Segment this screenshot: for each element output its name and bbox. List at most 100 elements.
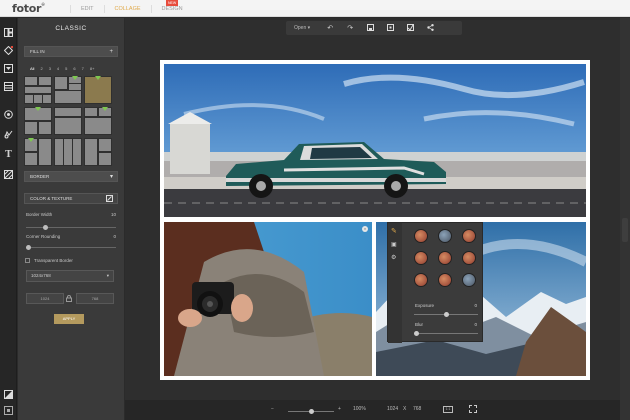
background-icon[interactable] <box>4 64 13 73</box>
fill-in-label: FILL IN <box>30 49 45 54</box>
tab-design[interactable]: DESIGN <box>150 5 193 13</box>
corner-rounding-knob[interactable] <box>26 245 31 250</box>
zoom-in-button[interactable]: + <box>338 406 341 412</box>
plus-icon[interactable]: + <box>109 47 113 57</box>
zoom-out-button[interactable]: − <box>271 406 274 412</box>
layout-thumb[interactable] <box>54 76 82 104</box>
count-3[interactable]: 3 <box>49 66 51 71</box>
exposure-label: Exposure <box>415 303 435 308</box>
filter-thumb[interactable] <box>414 229 428 243</box>
count-4[interactable]: 4 <box>57 66 59 71</box>
collage-layout-icon[interactable] <box>4 28 13 37</box>
template-icon[interactable] <box>4 82 13 91</box>
shapes-icon[interactable] <box>4 110 13 119</box>
tab-collage[interactable]: COLLAGE <box>103 5 151 13</box>
tool-icon-bar: T <box>0 18 17 420</box>
filter-thumb[interactable] <box>414 273 428 287</box>
premium-tag-icon <box>72 76 78 80</box>
count-2[interactable]: 2 <box>40 66 42 71</box>
photo-slot-car[interactable] <box>164 64 586 217</box>
actual-size-icon[interactable]: 1:1 <box>443 406 453 413</box>
chevron-down-icon: ▾ <box>106 273 109 278</box>
layout-thumb[interactable] <box>24 138 52 166</box>
layout-thumb[interactable] <box>84 107 112 135</box>
brush-icon[interactable]: ✎ <box>391 227 397 235</box>
border-width-slider[interactable] <box>26 225 116 230</box>
fotor-logo[interactable]: fotor® <box>12 2 45 15</box>
trash-icon[interactable]: ▣ <box>391 241 397 248</box>
count-8-plus[interactable]: 8+ <box>90 66 95 71</box>
text-icon[interactable]: T <box>4 150 13 160</box>
color-picker-icon[interactable] <box>106 195 113 206</box>
corner-rounding-slider[interactable] <box>26 245 116 250</box>
filter-thumb[interactable] <box>438 273 452 287</box>
share-icon[interactable] <box>420 23 440 33</box>
filter-thumb[interactable] <box>462 229 476 243</box>
height-input[interactable]: 768 <box>76 293 114 304</box>
settings-icon[interactable]: ⚙ <box>391 254 396 261</box>
color-texture-button[interactable]: COLOR & TEXTURE <box>24 193 118 204</box>
filter-thumb[interactable] <box>438 229 452 243</box>
help-icon[interactable] <box>4 406 13 415</box>
expand-handle[interactable] <box>622 218 628 242</box>
pattern-icon[interactable] <box>4 170 13 179</box>
width-input[interactable]: 1024 <box>26 293 64 304</box>
border-width-knob[interactable] <box>43 225 48 230</box>
filter-thumb[interactable] <box>438 251 452 265</box>
zoom-knob[interactable] <box>308 409 314 414</box>
layout-thumb[interactable] <box>24 76 52 104</box>
transparent-border-label: Transparent Border <box>34 258 73 263</box>
border-width-label: Border Width <box>26 212 53 217</box>
blur-label: Blur <box>415 322 424 327</box>
crop-icon[interactable] <box>400 23 420 33</box>
canvas-height-readout: 768 <box>413 406 422 412</box>
save-icon[interactable] <box>360 23 380 33</box>
open-dropdown[interactable]: Open ▾ <box>286 25 320 31</box>
zoom-percent: 100% <box>353 406 366 412</box>
filter-thumb[interactable] <box>414 251 428 265</box>
chevron-down-icon: ▾ <box>109 174 113 180</box>
new-badge: NEW <box>166 0 179 6</box>
layout-thumb[interactable] <box>84 138 112 166</box>
redo-icon[interactable]: ↷ <box>340 24 360 32</box>
layout-thumb[interactable] <box>24 107 52 135</box>
count-7[interactable]: 7 <box>82 66 84 71</box>
canvas-width-readout: 1024 <box>387 406 399 412</box>
filter-thumb[interactable] <box>462 273 476 287</box>
layout-thumb[interactable] <box>54 138 82 166</box>
blur-knob[interactable] <box>414 331 419 336</box>
bottom-status-bar: − + 100% 1024 X 768 1:1 <box>125 400 620 420</box>
count-6[interactable]: 6 <box>73 66 75 71</box>
border-dropdown[interactable]: BORDER ▾ <box>24 171 118 182</box>
fullscreen-icon[interactable] <box>469 405 477 415</box>
top-toolbar: Open ▾ ↶ ↷ <box>286 21 462 35</box>
corner-rounding-label: Corner Rounding <box>26 234 61 239</box>
premium-tag-icon <box>35 107 41 111</box>
canvas-size-select[interactable]: 1024x768 ▾ <box>26 270 114 282</box>
corner-rounding-value: 0 <box>113 234 116 239</box>
zoom-slider[interactable] <box>288 409 334 414</box>
layout-panel: CLASSIC FILL IN + All 2 3 4 5 6 7 8+ BOR… <box>18 18 124 420</box>
undo-icon[interactable]: ↶ <box>320 24 340 32</box>
layout-thumb-selected[interactable] <box>84 76 112 104</box>
collage-canvas[interactable]: × <box>160 60 590 380</box>
layout-thumb[interactable] <box>54 107 82 135</box>
stickers-icon[interactable] <box>4 46 13 55</box>
lock-icon[interactable] <box>66 295 72 304</box>
exposure-slider[interactable] <box>414 312 478 317</box>
filter-thumb[interactable] <box>462 251 476 265</box>
transparent-border-checkbox[interactable] <box>25 258 30 263</box>
blur-slider[interactable] <box>414 331 478 336</box>
frames-icon[interactable] <box>4 130 13 139</box>
resize-icon[interactable] <box>380 23 400 33</box>
collapse-panel-icon[interactable] <box>4 390 13 399</box>
fill-in-button[interactable]: FILL IN + <box>24 46 118 57</box>
tab-edit[interactable]: EDIT <box>70 5 104 13</box>
exposure-knob[interactable] <box>444 312 449 317</box>
apply-button[interactable]: APPLY <box>54 314 84 324</box>
times-sign: X <box>403 406 407 412</box>
count-all[interactable]: All <box>30 66 34 71</box>
count-5[interactable]: 5 <box>65 66 67 71</box>
close-icon[interactable]: × <box>362 226 368 232</box>
photo-slot-photographer[interactable]: × <box>164 222 372 376</box>
